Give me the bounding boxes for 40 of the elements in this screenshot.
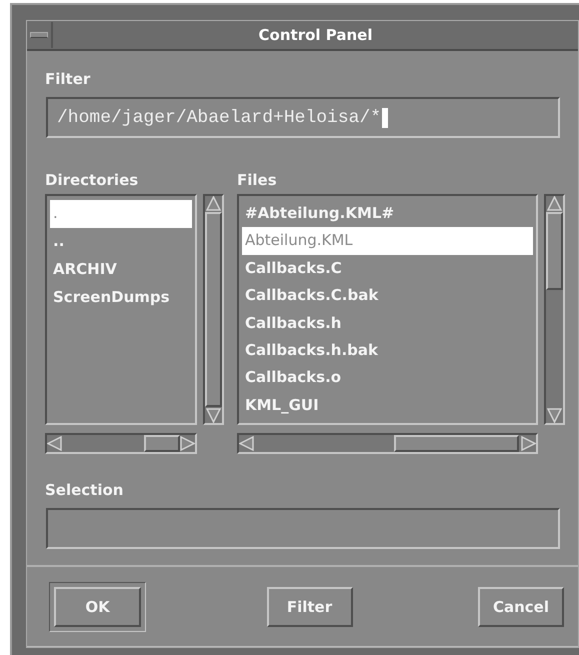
list-item[interactable]: KML_GUI (242, 392, 533, 419)
list-item[interactable]: Abteilung.KML (242, 227, 533, 255)
list-item[interactable]: Callbacks.h (242, 310, 533, 337)
list-item[interactable]: ARCHIV (50, 256, 192, 284)
up-arrow-icon[interactable] (206, 196, 221, 211)
dialog-button[interactable]: Filter (266, 586, 352, 626)
list-label: Files (237, 170, 278, 190)
list-item[interactable]: Callbacks.o (242, 364, 533, 392)
field-value: /home/jager/Abaelard+Heloisa/* (57, 108, 382, 128)
right-arrow-icon[interactable] (180, 436, 195, 451)
directory-list[interactable]: . .. ARCHIV ScreenDumps (45, 194, 197, 425)
window-title: Control Panel (258, 26, 374, 44)
list-label: Directories (45, 170, 140, 190)
horizontal-scrollbar[interactable] (237, 433, 538, 454)
list-item[interactable]: Callbacks.C.bak (242, 282, 533, 310)
list-item[interactable]: Callbacks.C (242, 254, 533, 282)
list-item[interactable]: . (50, 200, 192, 228)
list-item[interactable]: Callbacks.h.bak (242, 336, 533, 364)
down-arrow-icon[interactable] (206, 408, 221, 423)
dialog-button[interactable]: OK (49, 582, 146, 632)
file-list[interactable]: #Abteilung.KML# Abteilung.KML Callbacks.C Callbacks.C.bak Callbacks.h Callbacks.h.bak Callbacks.o KML_GUI (237, 194, 538, 425)
left-arrow-icon[interactable] (47, 436, 62, 451)
text-cursor (382, 108, 388, 128)
horizontal-scrollbar[interactable] (45, 433, 197, 454)
window-menu-button[interactable] (27, 22, 53, 48)
dialog-button[interactable]: Cancel (478, 586, 564, 626)
field-label: Selection (45, 480, 124, 500)
right-arrow-icon[interactable] (521, 436, 536, 451)
vertical-scrollbar[interactable] (544, 194, 565, 425)
list-item[interactable]: ScreenDumps (50, 284, 192, 312)
selection-field[interactable] (46, 508, 560, 549)
list-item[interactable]: #Abteilung.KML# (242, 200, 533, 228)
list-item[interactable]: .. (50, 228, 192, 256)
vertical-scrollbar[interactable] (203, 194, 224, 425)
left-arrow-icon[interactable] (239, 436, 254, 451)
up-arrow-icon[interactable] (547, 196, 562, 211)
filter-field[interactable]: /home/jager/Abaelard+Heloisa/* (46, 97, 560, 138)
field-label: Filter (45, 69, 90, 89)
scroll-thumb[interactable] (394, 435, 519, 452)
down-arrow-icon[interactable] (547, 408, 562, 423)
